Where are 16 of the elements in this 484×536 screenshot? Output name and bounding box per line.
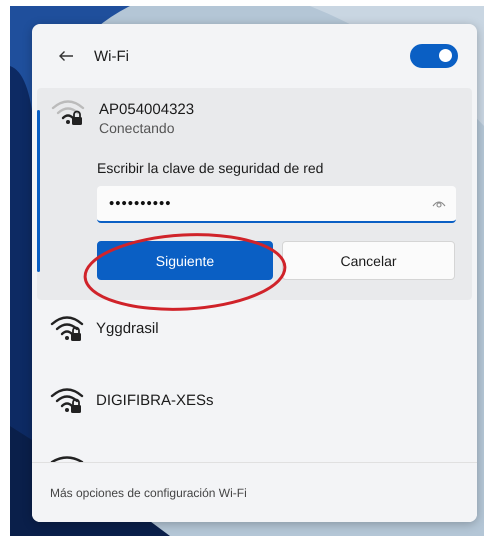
back-arrow-icon (58, 50, 74, 62)
field-label: Escribir la clave de seguridad de red (97, 160, 324, 176)
wifi-toggle[interactable] (410, 44, 458, 68)
password-field[interactable]: •••••••••• (97, 186, 456, 223)
panel-title: Wi-Fi (94, 48, 130, 64)
cancel-button[interactable]: Cancelar (282, 241, 455, 280)
network-name: DIGIFIBRA-XESs (96, 392, 214, 408)
next-button[interactable]: Siguiente (97, 241, 273, 280)
network-name: AP054004323 (99, 101, 194, 118)
connection-status: Conectando (99, 120, 176, 136)
network-item[interactable]: Yggdrasil (50, 300, 477, 356)
network-item[interactable]: DIGIFIBRA-XESs (50, 372, 477, 428)
settings-link[interactable]: Más opciones de configuración Wi-Fi (50, 486, 247, 500)
network-name: Yggdrasil (96, 320, 159, 336)
wifi-icon (50, 456, 84, 462)
eye-icon (432, 199, 446, 209)
